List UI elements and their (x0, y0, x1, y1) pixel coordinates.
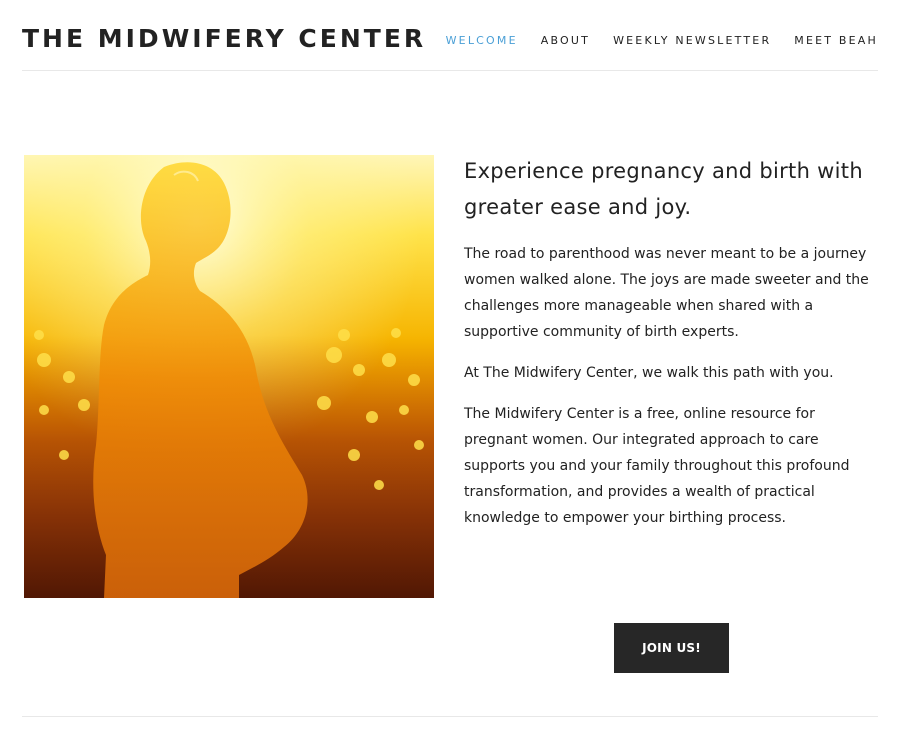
nav-welcome[interactable]: WELCOME (446, 34, 518, 47)
headline: Experience pregnancy and birth with grea… (464, 159, 863, 219)
hero-image (24, 155, 434, 598)
join-us-button[interactable]: JOIN US! (614, 623, 729, 673)
nav-weekly-newsletter[interactable]: WEEKLY NEWSLETTER (613, 34, 771, 47)
hero-photo-illustration (24, 155, 434, 598)
nav-about[interactable]: ABOUT (541, 34, 590, 47)
main-nav: WELCOME ABOUT WEEKLY NEWSLETTER MEET BEA… (423, 34, 878, 47)
intro-paragraph: The road to parenthood was never meant t… (464, 246, 869, 340)
resource-paragraph: The Midwifery Center is a free, online r… (464, 406, 850, 526)
footer-divider (22, 716, 878, 717)
mission-paragraph: At The Midwifery Center, we walk this pa… (464, 365, 834, 381)
main-content: Experience pregnancy and birth with grea… (464, 153, 876, 546)
site-title[interactable]: THE MIDWIFERY CENTER (22, 24, 426, 53)
nav-meet-beah[interactable]: MEET BEAH (794, 34, 878, 47)
site-header: THE MIDWIFERY CENTER WELCOME ABOUT WEEKL… (22, 0, 878, 71)
